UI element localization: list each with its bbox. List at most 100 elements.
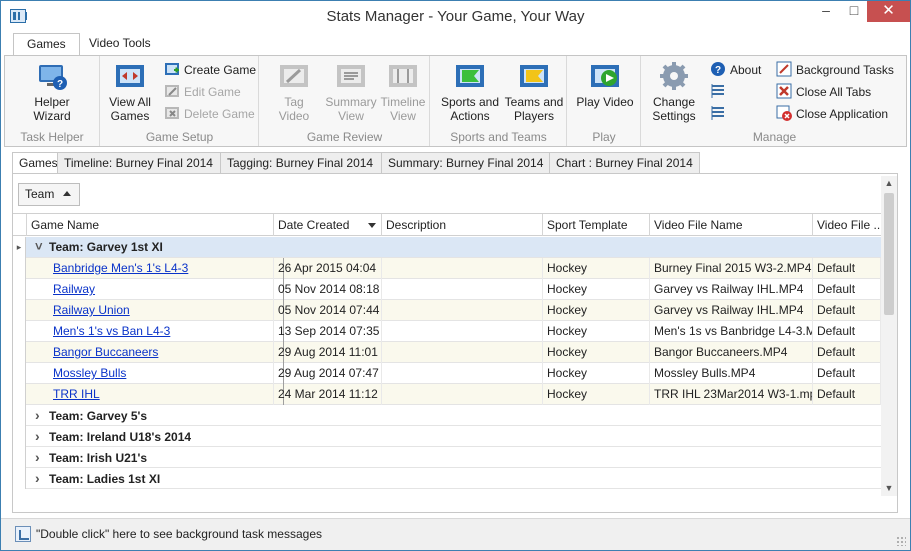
close-application-button[interactable]: Close Application [776, 105, 888, 123]
group-row[interactable]: › Team: Ireland U18's 2014 [13, 426, 881, 447]
table-cell-description[interactable] [382, 384, 543, 405]
column-header-sport-template[interactable]: Sport Template [543, 214, 650, 236]
game-name-link[interactable]: TRR IHL [53, 387, 100, 401]
expand-icon[interactable]: › [35, 426, 45, 446]
expand-icon[interactable]: › [35, 468, 45, 488]
list-view-button[interactable] [710, 83, 730, 101]
table-cell-video[interactable]: Default [813, 258, 881, 279]
table-cell-date[interactable]: 29 Aug 2014 07:47 [274, 363, 382, 384]
row-indicator[interactable] [13, 363, 26, 384]
edit-game-button[interactable]: Edit Game [164, 83, 241, 101]
group-row[interactable]: › Team: Ladies 1st XI [13, 468, 881, 489]
scroll-down-icon[interactable]: ▼ [881, 481, 897, 496]
table-cell-file[interactable]: Garvey vs Railway IHL.MP4 [650, 279, 813, 300]
table-cell-file[interactable]: TRR IHL 23Mar2014 W3-1.mp4 [650, 384, 813, 405]
table-row[interactable]: Bangor Buccaneers 29 Aug 2014 11:01 Hockey… [13, 342, 881, 363]
table-cell-video[interactable]: Default [813, 363, 881, 384]
table-cell-video[interactable]: Default [813, 342, 881, 363]
column-header-video-file-name[interactable]: Video File Name [650, 214, 813, 236]
vertical-scrollbar[interactable]: ▲ ▼ [881, 176, 897, 496]
table-cell-sport[interactable]: Hockey [543, 342, 650, 363]
row-indicator[interactable] [13, 258, 26, 279]
summary-view-button[interactable]: Summary View [325, 60, 377, 123]
doc-tab-timeline[interactable]: Timeline: Burney Final 2014✕ [57, 152, 238, 174]
game-name-link[interactable]: Banbridge Men's 1's L4-3 [53, 261, 188, 275]
minimize-button[interactable]: – [812, 1, 840, 22]
table-row[interactable]: Men's 1's vs Ban L4-3 13 Sep 2014 07:35 Ho… [13, 321, 881, 342]
delete-game-button[interactable]: Delete Game [164, 105, 255, 123]
column-header-description[interactable]: Description [382, 214, 543, 236]
expand-icon[interactable]: › [35, 405, 45, 425]
table-cell-description[interactable] [382, 258, 543, 279]
column-header-date-created[interactable]: Date Created [274, 214, 382, 236]
table-cell-sport[interactable]: Hockey [543, 258, 650, 279]
column-header-game-name[interactable]: Game Name [27, 214, 274, 236]
close-all-tabs-button[interactable]: Close All Tabs [776, 83, 871, 101]
close-window-button[interactable]: ✕ [867, 1, 910, 22]
table-cell-description[interactable] [382, 342, 543, 363]
collapse-icon[interactable]: ˅ [35, 237, 45, 257]
table-cell-sport[interactable]: Hockey [543, 384, 650, 405]
table-row[interactable]: TRR IHL 24 Mar 2014 11:12 Hockey TRR IHL 23… [13, 384, 881, 405]
about-button[interactable]: ? About [710, 61, 761, 79]
ribbon-tab-video-tools[interactable]: Video Tools [76, 33, 164, 56]
table-cell-description[interactable] [382, 321, 543, 342]
create-game-button[interactable]: Create Game [164, 61, 256, 79]
details-view-button[interactable] [710, 105, 730, 123]
table-cell-date[interactable]: 29 Aug 2014 11:01 [274, 342, 382, 363]
row-indicator[interactable] [13, 300, 26, 321]
table-cell-description[interactable] [382, 279, 543, 300]
row-indicator[interactable] [13, 342, 26, 363]
table-cell-date[interactable]: 26 Apr 2015 04:04 [274, 258, 382, 279]
table-cell-date[interactable]: 05 Nov 2014 07:44 [274, 300, 382, 321]
table-row[interactable]: Railway 05 Nov 2014 08:18 Hockey Garvey vs … [13, 279, 881, 300]
table-cell-date[interactable]: 13 Sep 2014 07:35 [274, 321, 382, 342]
scroll-thumb[interactable] [884, 193, 894, 315]
column-header-video-file[interactable]: Video File ... [813, 214, 881, 236]
tag-video-button[interactable]: Tag Video [268, 60, 320, 123]
table-cell-video[interactable]: Default [813, 300, 881, 321]
group-by-chip[interactable]: Team [18, 183, 80, 206]
row-indicator[interactable] [13, 321, 26, 342]
table-cell-sport[interactable]: Hockey [543, 279, 650, 300]
teams-players-button[interactable]: Teams and Players [503, 60, 565, 123]
ribbon-tab-games[interactable]: Games [13, 33, 80, 56]
game-name-link[interactable]: Railway [53, 282, 95, 296]
background-tasks-button[interactable]: Background Tasks [776, 61, 894, 79]
table-row[interactable]: Banbridge Men's 1's L4-3 26 Apr 2015 04:0… [13, 258, 881, 279]
table-cell-video[interactable]: Default [813, 321, 881, 342]
play-video-button[interactable]: Play Video [574, 60, 636, 109]
table-cell-description[interactable] [382, 363, 543, 384]
row-indicator[interactable] [13, 447, 26, 468]
game-name-link[interactable]: Men's 1's vs Ban L4-3 [53, 324, 170, 338]
table-cell-date[interactable]: 05 Nov 2014 08:18 [274, 279, 382, 300]
timeline-view-button[interactable]: Timeline View [377, 60, 429, 123]
table-cell-date[interactable]: 24 Mar 2014 11:12 [274, 384, 382, 405]
doc-tab-summary[interactable]: Summary: Burney Final 2014✕ [381, 152, 568, 174]
table-cell-sport[interactable]: Hockey [543, 300, 650, 321]
group-row[interactable]: ▸ ˅ Team: Garvey 1st XI [13, 237, 881, 258]
expand-icon[interactable]: › [35, 447, 45, 467]
table-cell-sport[interactable]: Hockey [543, 321, 650, 342]
table-cell-file[interactable]: Mossley Bulls.MP4 [650, 363, 813, 384]
change-settings-button[interactable]: Change Settings [646, 60, 702, 123]
table-cell-video[interactable]: Default [813, 279, 881, 300]
resize-grip[interactable] [896, 536, 906, 546]
game-name-link[interactable]: Mossley Bulls [53, 366, 126, 380]
table-cell-file[interactable]: Garvey vs Railway IHL.MP4 [650, 300, 813, 321]
row-indicator[interactable] [13, 468, 26, 489]
doc-tab-tagging[interactable]: Tagging: Burney Final 2014✕ [220, 152, 398, 174]
table-cell-description[interactable] [382, 300, 543, 321]
table-cell-file[interactable]: Bangor Buccaneers.MP4 [650, 342, 813, 363]
doc-tab-chart[interactable]: Chart : Burney Final 2014 [549, 152, 700, 174]
table-cell-video[interactable]: Default [813, 384, 881, 405]
table-cell-file[interactable]: Men's 1s vs Banbridge L4-3.MP4 [650, 321, 813, 342]
scroll-up-icon[interactable]: ▲ [881, 176, 897, 191]
view-all-games-button[interactable]: View All Games [107, 60, 153, 123]
group-row[interactable]: › Team: Irish U21's [13, 447, 881, 468]
row-indicator[interactable] [13, 405, 26, 426]
row-indicator[interactable] [13, 279, 26, 300]
game-name-link[interactable]: Bangor Buccaneers [53, 345, 158, 359]
game-name-link[interactable]: Railway Union [53, 303, 130, 317]
maximize-button[interactable]: □ [840, 1, 868, 22]
